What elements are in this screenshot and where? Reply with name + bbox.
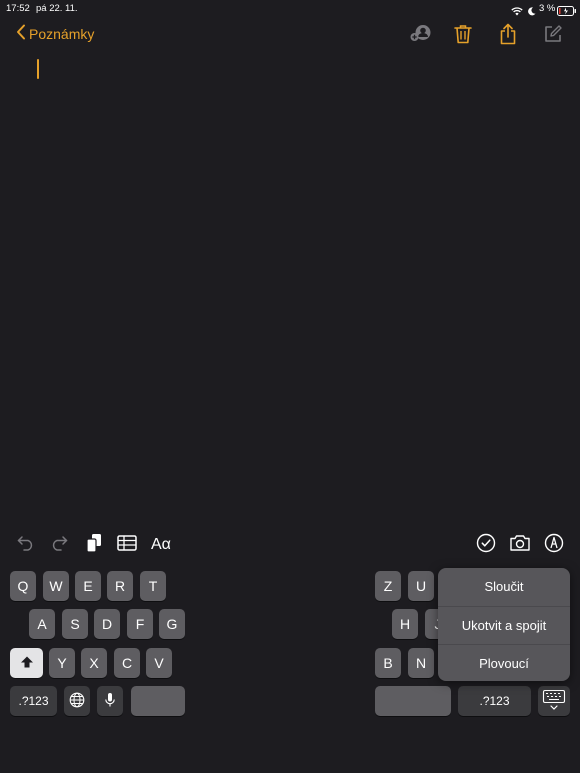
key-s[interactable]: S	[62, 609, 88, 639]
moon-icon	[527, 3, 536, 21]
undo-icon[interactable]	[14, 531, 38, 555]
battery-percent: 3 %	[539, 3, 556, 14]
key-x[interactable]: X	[81, 648, 107, 678]
keyboard-mode-menu: Sloučit Ukotvit a spojit Plovoucí	[438, 568, 570, 681]
key-n[interactable]: N	[408, 648, 434, 678]
numbers-key[interactable]: .?123	[10, 686, 57, 716]
key-c[interactable]: C	[114, 648, 140, 678]
note-body[interactable]	[30, 50, 550, 510]
camera-icon[interactable]	[508, 531, 532, 555]
space-key-right[interactable]	[375, 686, 451, 716]
key-t[interactable]: T	[140, 571, 166, 601]
shift-arrow-icon	[20, 655, 34, 672]
wifi-icon	[511, 3, 523, 21]
table-icon[interactable]	[115, 531, 139, 555]
key-f[interactable]: F	[127, 609, 153, 639]
hide-keyboard-key[interactable]	[538, 686, 570, 716]
key-a[interactable]: A	[29, 609, 55, 639]
key-b[interactable]: B	[375, 648, 401, 678]
dictation-key[interactable]	[97, 686, 123, 716]
key-q[interactable]: Q	[10, 571, 36, 601]
key-g[interactable]: G	[159, 609, 185, 639]
markup-pen-icon[interactable]	[542, 531, 566, 555]
globe-icon	[69, 692, 85, 711]
text-format-icon[interactable]: Aα	[149, 531, 175, 555]
status-time: 17:52	[6, 3, 30, 14]
key-h[interactable]: H	[392, 609, 418, 639]
key-u[interactable]: U	[408, 571, 434, 601]
globe-key[interactable]	[64, 686, 90, 716]
redo-icon[interactable]	[47, 531, 71, 555]
menu-item-floating[interactable]: Plovoucí	[438, 645, 570, 681]
keyboard-dismiss-icon	[542, 689, 566, 714]
trash-icon[interactable]	[451, 22, 475, 46]
paste-icon[interactable]	[82, 531, 106, 555]
shift-key[interactable]	[10, 648, 43, 678]
compose-icon[interactable]	[541, 22, 565, 46]
chevron-left-icon	[16, 24, 29, 43]
key-y[interactable]: Y	[49, 648, 75, 678]
battery-icon	[557, 3, 577, 21]
svg-text:Aα: Aα	[151, 536, 171, 551]
key-v[interactable]: V	[146, 648, 172, 678]
key-e[interactable]: E	[75, 571, 101, 601]
microphone-icon	[104, 692, 116, 711]
key-w[interactable]: W	[43, 571, 69, 601]
key-d[interactable]: D	[94, 609, 120, 639]
checklist-icon[interactable]	[474, 531, 498, 555]
back-button[interactable]: Poznámky	[16, 24, 94, 43]
add-people-icon[interactable]	[410, 22, 434, 46]
back-label: Poznámky	[29, 25, 95, 42]
menu-item-merge[interactable]: Sloučit	[438, 568, 570, 607]
status-date: pá 22. 11.	[36, 3, 78, 14]
key-r[interactable]: R	[107, 571, 133, 601]
key-z[interactable]: Z	[375, 571, 401, 601]
share-icon[interactable]	[496, 22, 520, 46]
space-key-left[interactable]	[131, 686, 185, 716]
numbers-key-right[interactable]: .?123	[458, 686, 531, 716]
menu-item-dock-and-merge[interactable]: Ukotvit a spojit	[438, 607, 570, 646]
